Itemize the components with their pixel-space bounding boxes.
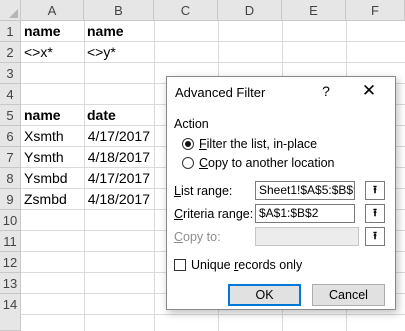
list-range-collapse-icon[interactable]: ⭱ bbox=[365, 181, 385, 200]
advanced-filter-dialog: Advanced Filter ? ✕ Action Filter the li… bbox=[166, 76, 396, 310]
criteria-range-input[interactable]: $A$1:$B$2 bbox=[255, 204, 355, 223]
column-header-c[interactable]: C bbox=[154, 0, 218, 21]
cell-b7[interactable]: 4/18/2017 bbox=[84, 147, 154, 168]
criteria-range-collapse-icon[interactable]: ⭱ bbox=[365, 204, 385, 223]
cell-b1[interactable]: name bbox=[84, 21, 154, 42]
cell-a7[interactable]: Ysmth bbox=[21, 147, 84, 168]
cell-a6[interactable]: Xsmth bbox=[21, 126, 84, 147]
ok-button[interactable]: OK bbox=[228, 284, 301, 306]
column-header-f[interactable]: F bbox=[346, 0, 405, 21]
action-group-label: Action bbox=[174, 117, 209, 131]
cell-b2[interactable]: <>y* bbox=[84, 42, 154, 63]
cell-a1[interactable]: name bbox=[21, 21, 84, 42]
select-all-corner[interactable] bbox=[0, 0, 21, 21]
column-header-d[interactable]: D bbox=[218, 0, 282, 21]
column-header-a[interactable]: A bbox=[21, 0, 84, 21]
cell-b8[interactable]: 4/17/2017 bbox=[84, 168, 154, 189]
row-header-6[interactable]: 6 bbox=[0, 126, 21, 147]
cell-a2[interactable]: <>x* bbox=[21, 42, 84, 63]
column-header-b[interactable]: B bbox=[84, 0, 154, 21]
copy-to-collapse-icon[interactable]: ⭱ bbox=[365, 227, 385, 246]
row-header-14[interactable]: 14 bbox=[0, 294, 21, 331]
row-header-8[interactable]: 8 bbox=[0, 168, 21, 189]
row-header-2[interactable]: 2 bbox=[0, 42, 21, 63]
copy-to-input[interactable] bbox=[255, 227, 359, 246]
cell-b6[interactable]: 4/17/2017 bbox=[84, 126, 154, 147]
row-header-7[interactable]: 7 bbox=[0, 147, 21, 168]
close-icon[interactable]: ✕ bbox=[359, 81, 379, 101]
row-header-1[interactable]: 1 bbox=[0, 21, 21, 42]
unique-records-label-post: ecords only bbox=[238, 258, 303, 272]
filter-in-place-radio[interactable] bbox=[182, 138, 194, 150]
criteria-range-label-text: riteria range: bbox=[183, 207, 254, 221]
list-range-label: List range: bbox=[174, 184, 233, 198]
dialog-title: Advanced Filter bbox=[175, 85, 266, 100]
row-header-5[interactable]: 5 bbox=[0, 105, 21, 126]
copy-to-label-text: opy to: bbox=[183, 230, 221, 244]
row-header-13[interactable]: 13 bbox=[0, 273, 21, 294]
unique-records-label[interactable]: Unique records only bbox=[191, 258, 302, 272]
gridline bbox=[154, 21, 155, 331]
cell-a9[interactable]: Zsmbd bbox=[21, 189, 84, 210]
cell-b5[interactable]: date bbox=[84, 105, 154, 126]
dialog-titlebar[interactable]: Advanced Filter ? ✕ bbox=[167, 77, 395, 107]
row-header-9[interactable]: 9 bbox=[0, 189, 21, 210]
list-range-label-text: ist range: bbox=[180, 184, 233, 198]
column-header-e[interactable]: E bbox=[282, 0, 346, 21]
unique-records-checkbox[interactable] bbox=[174, 259, 186, 271]
gridline bbox=[21, 314, 405, 315]
criteria-range-label: Criteria range: bbox=[174, 207, 254, 221]
row-header-12[interactable]: 12 bbox=[0, 252, 21, 273]
filter-in-place-label[interactable]: Filter the list, in-place bbox=[199, 137, 317, 151]
list-range-input[interactable]: Sheet1!$A$5:$B$9 bbox=[255, 181, 355, 200]
row-header-3[interactable]: 3 bbox=[0, 63, 21, 84]
row-header-11[interactable]: 11 bbox=[0, 231, 21, 252]
help-icon[interactable]: ? bbox=[319, 83, 333, 99]
copy-to-location-radio[interactable] bbox=[182, 157, 194, 169]
cell-b9[interactable]: 4/18/2017 bbox=[84, 189, 154, 210]
copy-to-label: Copy to: bbox=[174, 230, 221, 244]
select-all-triangle-icon bbox=[9, 9, 18, 18]
row-header-10[interactable]: 10 bbox=[0, 210, 21, 231]
copy-to-location-label[interactable]: Copy to another location bbox=[199, 156, 335, 170]
cell-a8[interactable]: Ysmbd bbox=[21, 168, 84, 189]
row-header-4[interactable]: 4 bbox=[0, 84, 21, 105]
filter-in-place-label-text: ilter the list, in-place bbox=[206, 137, 318, 151]
unique-records-label-pre: Unique bbox=[191, 258, 235, 272]
radio-selected-dot bbox=[185, 141, 191, 147]
cell-a5[interactable]: name bbox=[21, 105, 84, 126]
cancel-button[interactable]: Cancel bbox=[312, 284, 385, 306]
copy-to-location-label-text: opy to another location bbox=[208, 156, 335, 170]
